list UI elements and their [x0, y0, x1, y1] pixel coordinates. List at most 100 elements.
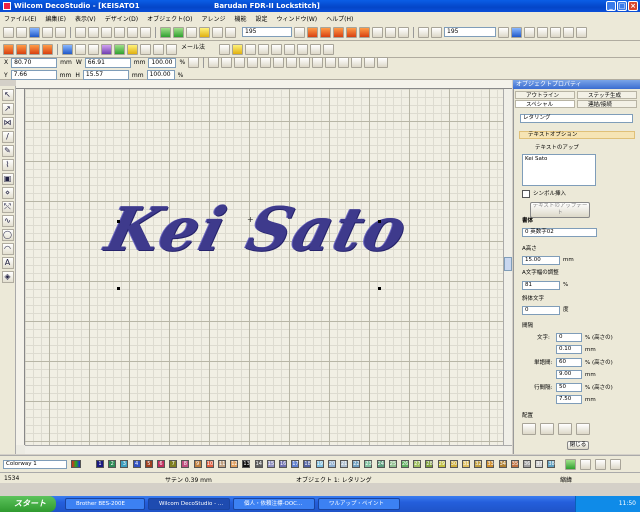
lock-proportions-icon[interactable] [188, 57, 200, 68]
color-swatch[interactable]: 22 [352, 460, 361, 468]
circle-draw-icon[interactable]: ◯ [1, 229, 14, 241]
order-back-icon[interactable] [377, 57, 389, 68]
shape-feather-icon[interactable] [29, 43, 40, 55]
center-crosshair-icon[interactable]: + [247, 216, 254, 225]
color-swatch[interactable]: 23 [364, 460, 373, 468]
reshape-icon[interactable]: ↗ [1, 103, 14, 115]
color-swatch[interactable]: 35 [510, 460, 519, 468]
color-swatch[interactable]: 11 [218, 460, 226, 468]
color-swatch[interactable]: 34 [498, 460, 507, 468]
char-spacing-pct-input[interactable]: 0 [556, 333, 582, 342]
merge-icon[interactable] [284, 43, 295, 55]
stitch-run-icon[interactable] [333, 26, 344, 38]
color-swatch[interactable]: 21 [340, 460, 348, 468]
menu-design[interactable]: デザイン(D) [105, 14, 138, 23]
undo-icon[interactable] [127, 26, 138, 38]
hoop-icon[interactable] [88, 43, 99, 55]
pencil-icon[interactable]: ✎ [1, 145, 14, 157]
align-center-icon[interactable] [221, 57, 233, 68]
task-paint[interactable]: ワルアップ・ペイント [318, 498, 400, 510]
panel-close-button[interactable]: 閉じる [567, 441, 589, 450]
shirt-icon[interactable] [101, 43, 112, 55]
color-swatch[interactable]: 20 [327, 460, 336, 468]
open-icon[interactable] [16, 26, 27, 38]
h-pct-input[interactable]: 100.00 [146, 70, 175, 80]
mode-dropdown-icon[interactable] [219, 43, 230, 55]
align-right-text-icon[interactable] [558, 423, 572, 435]
text-entry[interactable]: Kei Sato [522, 154, 596, 186]
horizontal-scrollbar[interactable] [25, 445, 512, 454]
current-color-icon[interactable] [71, 460, 81, 468]
color-swatch[interactable]: 15 [266, 460, 275, 468]
lasso-icon[interactable] [258, 43, 269, 55]
trace-icon[interactable]: ∿ [1, 215, 14, 227]
color-swatch[interactable]: 33 [486, 460, 495, 468]
zoom-input[interactable]: 195 [242, 27, 292, 37]
color-swatch[interactable]: 9 [193, 460, 202, 468]
stitch-tatami-icon[interactable] [359, 26, 370, 38]
tool-d-icon[interactable] [563, 26, 574, 38]
layout-icon[interactable] [153, 43, 164, 55]
align-justify-text-icon[interactable] [576, 423, 590, 435]
menu-edit[interactable]: 編集(E) [45, 14, 65, 23]
font-select[interactable]: 0 英数字02 [522, 228, 597, 237]
color-swatch[interactable]: 8 [181, 460, 190, 468]
cut-icon[interactable] [75, 26, 86, 38]
word-spacing-pct-input[interactable]: 60 [556, 358, 582, 367]
word-spacing-mm-input[interactable]: 9.00 [556, 370, 582, 379]
vertical-scrollbar[interactable] [503, 89, 512, 445]
menu-help[interactable]: ヘルプ(H) [326, 14, 353, 23]
stitch-satin-icon[interactable] [320, 26, 331, 38]
color-swatch[interactable]: 4 [132, 460, 141, 468]
vertical-scroll-thumb[interactable] [504, 257, 512, 271]
lock-icon[interactable] [418, 26, 429, 38]
new-icon[interactable] [3, 26, 14, 38]
palette-list-icon[interactable] [610, 459, 621, 470]
color-swatch[interactable]: 3 [120, 460, 129, 468]
color-swatch[interactable]: 26 [401, 460, 409, 468]
lock-object-icon[interactable] [338, 57, 350, 68]
color-swatch[interactable]: 19 [315, 460, 324, 468]
menu-function[interactable]: 機能 [235, 14, 247, 23]
brush-icon[interactable]: ⌇ [1, 159, 14, 171]
copy-icon[interactable] [88, 26, 99, 38]
circle-icon[interactable] [127, 43, 138, 55]
grid-icon[interactable] [225, 26, 236, 38]
palette-edit-icon[interactable] [595, 459, 606, 470]
menu-view[interactable]: 表示(V) [75, 14, 96, 23]
w-pct-input[interactable]: 100.00 [148, 57, 177, 68]
star-icon[interactable] [232, 43, 243, 55]
colorway-select[interactable]: Colorway 1 [3, 460, 67, 469]
start-button[interactable]: スタート [0, 496, 56, 512]
tab-connect[interactable]: 連結/接続 [577, 100, 637, 108]
stitch-zigzag-icon[interactable] [346, 26, 357, 38]
color-swatch[interactable]: 12 [230, 460, 239, 468]
selection-handle[interactable] [117, 220, 120, 223]
selection-handle[interactable] [378, 220, 381, 223]
object-type-select[interactable]: レタリング [520, 114, 633, 123]
tool-b-icon[interactable] [537, 26, 548, 38]
tab-outline[interactable]: アウトライン [515, 91, 575, 99]
width-adjust-input[interactable]: 81 [522, 281, 560, 290]
align-bottom-icon[interactable] [273, 57, 285, 68]
maximize-button[interactable]: □ [617, 1, 627, 11]
height-input[interactable]: 15.00 [522, 256, 560, 265]
color-swatch[interactable]: 17 [291, 460, 300, 468]
select-arrow-icon[interactable]: ↖ [1, 89, 14, 101]
ungroup-icon[interactable] [325, 57, 337, 68]
color-swatch[interactable]: 2 [108, 460, 117, 468]
menu-window[interactable]: ウィンドウ(W) [277, 14, 318, 23]
print-preview-icon[interactable] [55, 26, 66, 38]
text-options-section[interactable]: テキストオプション [519, 131, 635, 139]
x-input[interactable]: 80.70 [11, 57, 58, 68]
color-swatch[interactable]: 7 [169, 460, 178, 468]
color-swatch[interactable]: 38 [547, 460, 556, 468]
color-swatch[interactable]: 14 [254, 460, 263, 468]
task-folder[interactable]: 個人・依頼注標-OOC... [233, 498, 315, 510]
split-icon[interactable] [271, 43, 282, 55]
tab-special[interactable]: スペシャル [515, 100, 575, 108]
print-icon[interactable] [42, 26, 53, 38]
stitch-fill-icon[interactable] [307, 26, 318, 38]
color-swatch[interactable]: 16 [279, 460, 287, 468]
tshirt-icon[interactable] [166, 43, 177, 55]
